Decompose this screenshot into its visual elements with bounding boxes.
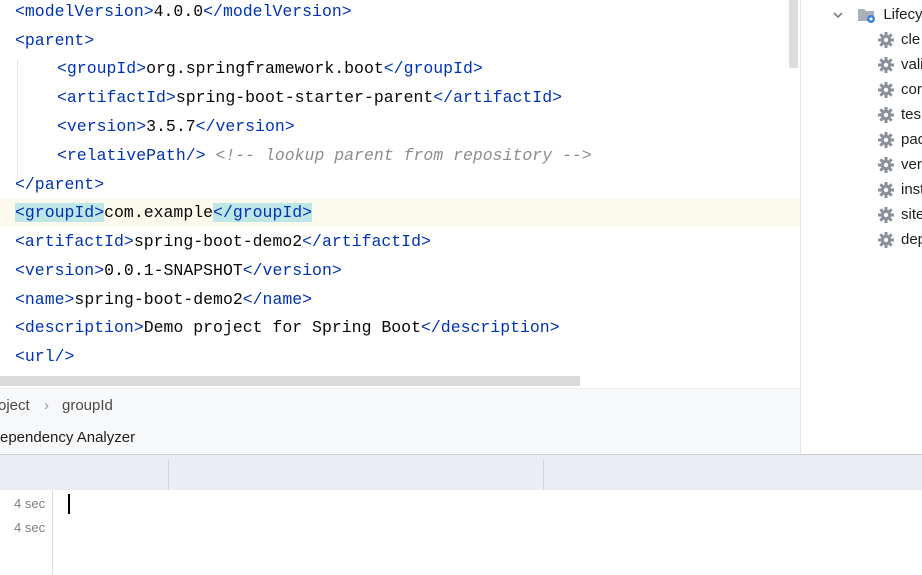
code-line[interactable]: <name>spring-boot-demo2</name> — [0, 286, 800, 314]
lifecycle-goal[interactable]: tes — [877, 102, 921, 127]
horizontal-scrollbar[interactable] — [0, 376, 580, 386]
xml-open-tag: </parent> — [15, 175, 105, 194]
gear-icon — [878, 132, 894, 149]
code-line[interactable]: </parent> — [0, 171, 800, 199]
code-line[interactable]: <modelVersion>4.0.0</modelVersion> — [0, 0, 800, 26]
run-output[interactable]: 4 sec 4 sec — [0, 490, 922, 575]
gear-icon — [878, 157, 894, 174]
xml-close-tag: </name> — [242, 290, 313, 309]
lifecycle-goal-label: tes — [901, 106, 922, 123]
lifecycle-goal[interactable]: cle — [877, 27, 920, 52]
lifecycle-goal-label: cle — [901, 31, 921, 48]
breadcrumb-item-project[interactable]: oject — [0, 397, 30, 414]
gear-icon — [878, 232, 894, 249]
lifecycle-goal-label: site — [901, 206, 922, 223]
gear-icon — [878, 107, 894, 124]
lifecycle-goal[interactable]: pac — [877, 127, 922, 152]
xml-text: Demo project for Spring Boot — [143, 318, 421, 337]
code-line[interactable]: <groupId>org.springframework.boot</group… — [0, 55, 800, 83]
xml-close-tag: </version> — [242, 261, 342, 280]
lifecycle-goal-label: ver — [901, 156, 922, 173]
lifecycle-goal[interactable]: cor — [877, 77, 922, 102]
lifecycle-goal-label: inst — [901, 181, 922, 198]
code-line[interactable]: <description>Demo project for Spring Boo… — [0, 314, 800, 342]
xml-text: spring-boot-starter-parent — [175, 88, 434, 107]
code-line[interactable]: <url/> — [0, 343, 800, 371]
gear-icon — [878, 32, 894, 49]
gear-icon — [878, 57, 894, 74]
code-line[interactable]: <parent> — [0, 27, 800, 55]
lifecycle-goal[interactable]: dep — [877, 227, 922, 252]
xml-open-tag: <name> — [15, 290, 75, 309]
lifecycle-goal-label: vali — [901, 56, 922, 73]
tab-dependency-analyzer[interactable]: ependency Analyzer — [0, 429, 135, 446]
code-line[interactable]: <artifactId>spring-boot-starter-parent</… — [0, 84, 800, 112]
lifecycle-folder-icon — [858, 9, 876, 24]
xml-open-tag: <relativePath/> — [57, 146, 206, 165]
xml-text: spring-boot-demo2 — [133, 232, 303, 251]
code-line[interactable]: <version>3.5.7</version> — [0, 113, 800, 141]
lifecycle-label: Lifecyc — [883, 6, 922, 23]
build-duration: 4 sec — [14, 496, 46, 511]
run-gutter-divider — [52, 490, 53, 575]
editor-tab-bar: ependency Analyzer — [0, 424, 800, 454]
code-line[interactable]: <artifactId>spring-boot-demo2</artifactI… — [0, 228, 800, 256]
build-duration: 4 sec — [14, 520, 46, 535]
lifecycle-goal-label: dep — [901, 231, 922, 248]
xml-open-tag: <groupId> — [15, 203, 105, 222]
lifecycle-goal[interactable]: ver — [877, 152, 922, 177]
xml-text: spring-boot-demo2 — [74, 290, 243, 309]
xml-text: 0.0.1-SNAPSHOT — [104, 261, 243, 280]
vertical-scrollbar-thumb[interactable] — [789, 0, 798, 68]
xml-open-tag: <version> — [57, 117, 147, 136]
xml-close-tag: </artifactId> — [433, 88, 563, 107]
xml-text: org.springframework.boot — [146, 59, 384, 78]
xml-comment: <!-- lookup parent from repository --> — [215, 146, 592, 165]
xml-open-tag: <artifactId> — [15, 232, 134, 251]
xml-text: 4.0.0 — [153, 2, 204, 21]
lifecycle-goal[interactable]: inst — [877, 177, 922, 202]
lifecycle-goal-label: cor — [901, 81, 922, 98]
xml-open-tag: <modelVersion> — [15, 2, 154, 21]
xml-text: 3.5.7 — [146, 117, 196, 136]
xml-open-tag: <parent> — [15, 31, 95, 50]
text-caret — [68, 494, 70, 514]
lifecycle-goal-label: pac — [901, 131, 922, 148]
column-divider[interactable] — [543, 459, 544, 491]
lifecycle-goal[interactable]: site — [877, 202, 922, 227]
xml-open-tag: <artifactId> — [57, 88, 176, 107]
gear-icon — [878, 207, 894, 224]
xml-open-tag: <groupId> — [57, 59, 147, 78]
gear-icon — [878, 182, 894, 199]
lifecycle-goal[interactable]: vali — [877, 52, 922, 77]
code-line[interactable]: <groupId>com.example</groupId> — [0, 199, 800, 227]
code-editor[interactable]: <modelVersion>4.0.0</modelVersion> <paren… — [0, 0, 800, 388]
column-divider[interactable] — [168, 459, 169, 491]
breadcrumb-separator: › — [44, 397, 49, 414]
breadcrumb-item-groupid[interactable]: groupId — [62, 397, 113, 414]
xml-open-tag: <version> — [15, 261, 105, 280]
run-panel-header — [0, 454, 922, 491]
xml-open-tag: <url/> — [15, 347, 75, 366]
chevron-down-icon[interactable] — [831, 8, 845, 22]
xml-close-tag: </groupId> — [383, 59, 483, 78]
code-line[interactable]: <version>0.0.1-SNAPSHOT</version> — [0, 257, 800, 285]
lifecycle-node[interactable]: Lifecyc — [831, 2, 922, 27]
breadcrumb: oject › groupId — [0, 388, 800, 425]
xml-close-tag: </version> — [195, 117, 295, 136]
xml-text: com.example — [104, 203, 214, 222]
gear-icon — [878, 82, 894, 99]
code-line[interactable]: <relativePath/> <!-- lookup parent from … — [0, 142, 800, 170]
maven-panel: Lifecyc cle vali cor tes pac ver inst site dep — [800, 0, 922, 454]
xml-close-tag: </artifactId> — [302, 232, 431, 251]
xml-text — [206, 146, 216, 165]
xml-open-tag: <description> — [15, 318, 144, 337]
xml-close-tag: </modelVersion> — [203, 2, 352, 21]
xml-close-tag: </description> — [420, 318, 560, 337]
xml-close-tag: </groupId> — [213, 203, 313, 222]
